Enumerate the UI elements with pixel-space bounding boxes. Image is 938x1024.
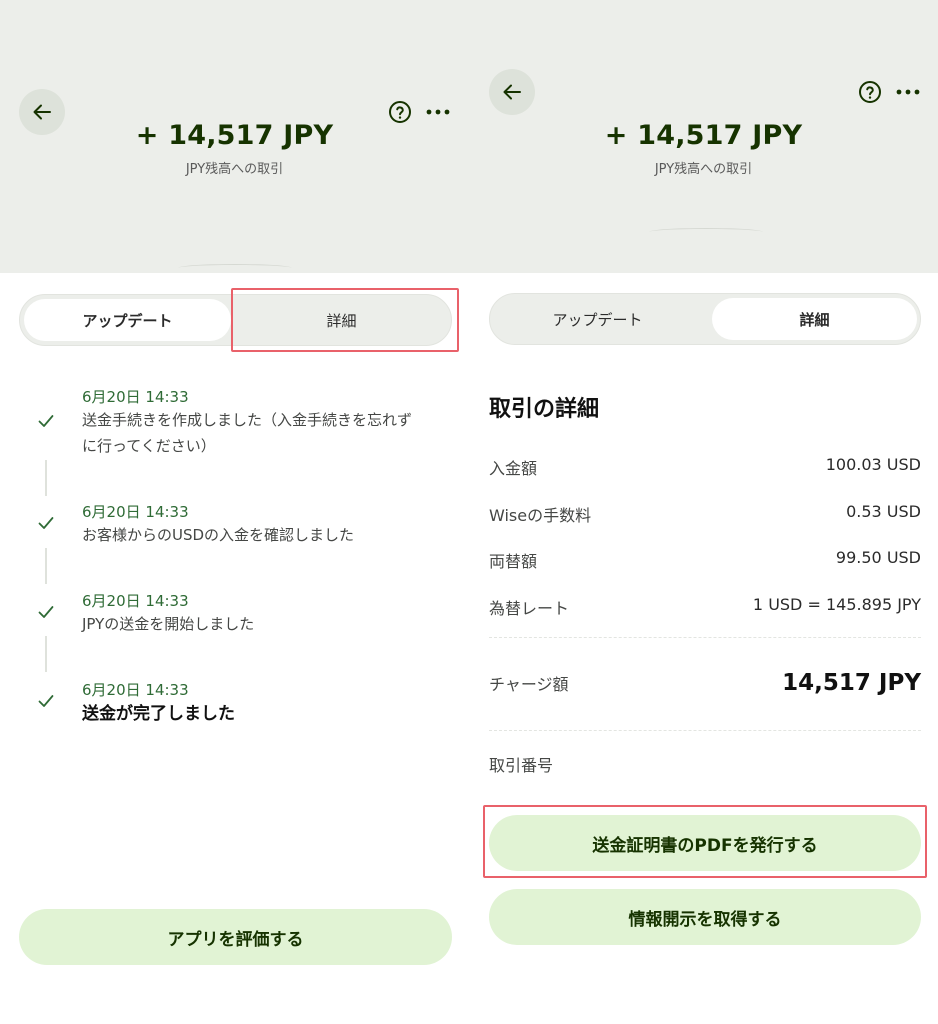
detail-label: 両替額	[489, 552, 538, 571]
detail-label: Wiseの手数料	[489, 506, 592, 525]
detail-label: 入金額	[489, 459, 538, 478]
sheet-handle	[178, 264, 292, 272]
detail-row-rate: 為替レート 1 USD = 145.895 JPY	[489, 595, 921, 619]
timeline-date: 6月20日 14:33	[82, 503, 189, 521]
detail-row-fee: Wiseの手数料 0.53 USD	[489, 502, 921, 526]
rate-app-button[interactable]: アプリを評価する	[19, 909, 452, 965]
timeline-text: お客様からのUSDの入金を確認しました	[82, 526, 355, 544]
timeline-date: 6月20日 14:33	[82, 388, 189, 406]
details-title: 取引の詳細	[489, 397, 600, 422]
detail-value: 99.50 USD	[835, 548, 921, 567]
tab-switcher: アップデート 詳細	[489, 293, 921, 345]
transaction-header: + 14,517 JPY JPY残高への取引	[469, 0, 938, 273]
check-icon	[38, 415, 54, 427]
transaction-subtitle: JPY残高への取引	[185, 162, 284, 177]
check-icon	[38, 517, 54, 529]
tab-details[interactable]: 詳細	[712, 298, 917, 340]
transaction-header: + 14,517 JPY JPY残高への取引	[0, 0, 469, 273]
updates-screen: + 14,517 JPY JPY残高への取引 アップデート 詳細 6月20日 1…	[0, 0, 469, 1024]
divider	[489, 730, 921, 731]
arrow-left-icon	[503, 84, 521, 100]
detail-row-converted: 両替額 99.50 USD	[489, 548, 921, 572]
detail-row-deposit: 入金額 100.03 USD	[489, 455, 921, 479]
transaction-amount: + 14,517 JPY	[604, 120, 803, 151]
timeline-text: JPYの送金を開始しました	[82, 615, 255, 633]
check-icon	[38, 695, 54, 707]
issue-pdf-button[interactable]: 送金証明書のPDFを発行する	[489, 815, 921, 871]
timeline-text: に行ってください）	[82, 437, 216, 455]
timeline-date: 6月20日 14:33	[82, 592, 189, 610]
sheet-handle	[649, 228, 763, 236]
help-icon[interactable]	[858, 80, 882, 104]
timeline-text: 送金手続きを作成しました（入金手続きを忘れず	[82, 411, 413, 429]
timeline-connector	[45, 548, 47, 584]
charge-amount: 14,517 JPY	[782, 670, 921, 696]
transaction-amount: + 14,517 JPY	[135, 120, 334, 151]
timeline-connector	[45, 460, 47, 496]
detail-label: チャージ額	[489, 675, 569, 694]
details-screen: + 14,517 JPY JPY残高への取引 アップデート 詳細 取引の詳細 入…	[469, 0, 938, 1024]
tab-updates[interactable]: アップデート	[24, 299, 231, 341]
divider	[489, 637, 921, 638]
more-options-icon[interactable]	[426, 108, 450, 116]
transaction-subtitle: JPY残高への取引	[654, 162, 753, 177]
detail-value: 1 USD = 145.895 JPY	[752, 595, 921, 614]
more-options-icon[interactable]	[896, 88, 920, 96]
tab-updates[interactable]: アップデート	[494, 298, 701, 340]
detail-value: 0.53 USD	[846, 502, 921, 521]
detail-row-txn-number: 取引番号	[489, 752, 921, 776]
timeline-date: 6月20日 14:33	[82, 681, 189, 699]
detail-value: 100.03 USD	[825, 455, 921, 474]
timeline-connector	[45, 636, 47, 672]
detail-label: 為替レート	[489, 599, 570, 618]
check-icon	[38, 606, 54, 618]
tab-details[interactable]: 詳細	[236, 299, 447, 341]
get-disclosure-button[interactable]: 情報開示を取得する	[489, 889, 921, 945]
tab-switcher: アップデート 詳細	[19, 294, 452, 346]
back-button[interactable]	[489, 69, 535, 115]
detail-label: 取引番号	[489, 756, 554, 775]
timeline-text: 送金が完了しました	[82, 704, 235, 724]
detail-row-charge: チャージ額 14,517 JPY	[489, 670, 921, 696]
